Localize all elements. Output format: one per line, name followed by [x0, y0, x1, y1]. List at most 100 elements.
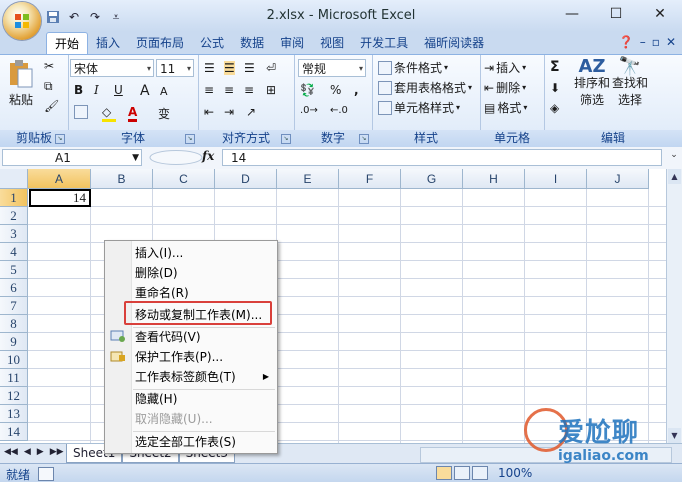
column-header-i[interactable]: I — [525, 169, 587, 189]
row-header-14[interactable]: 14 — [0, 423, 28, 441]
insert-function-button[interactable]: fx — [202, 149, 214, 163]
fill-icon[interactable]: ⬇ — [550, 81, 560, 95]
menu-item-insert[interactable]: 插入(I)... — [131, 243, 277, 263]
select-all-corner[interactable] — [0, 169, 28, 189]
row-header-13[interactable]: 13 — [0, 405, 28, 423]
macro-record-icon[interactable] — [38, 467, 54, 481]
clipboard-launcher-icon[interactable]: ↘ — [55, 134, 65, 144]
column-header-d[interactable]: D — [215, 169, 277, 189]
column-header-e[interactable]: E — [277, 169, 339, 189]
find-select-button[interactable]: 🔭 查找和 选择 — [612, 58, 648, 108]
tab-formulas[interactable]: 公式 — [192, 32, 232, 54]
maximize-icon[interactable]: ☐ — [594, 0, 638, 28]
comma-button[interactable]: , — [354, 83, 359, 97]
page-layout-view-icon[interactable] — [454, 466, 470, 480]
menu-item-tab-color[interactable]: 工作表标签颜色(T) ▶ — [131, 367, 277, 387]
cell-a1[interactable]: 14 — [29, 189, 91, 207]
normal-view-icon[interactable] — [436, 466, 452, 480]
office-button[interactable] — [3, 2, 41, 40]
font-color-button[interactable]: A — [128, 105, 138, 122]
first-sheet-icon[interactable]: ◀◀ — [4, 447, 18, 457]
worksheet-grid[interactable]: ABCDEFGHIJ 1 2 3 4 5 6 7 8 9 10 11 12 13 14 14 — [0, 169, 666, 443]
decrease-indent-icon[interactable]: ⇤ — [204, 105, 214, 119]
align-bottom-icon[interactable]: ☰ — [244, 61, 255, 75]
orientation-icon[interactable]: ↗ — [246, 105, 256, 119]
phonetic-button[interactable]: 变 — [158, 105, 170, 122]
paste-button[interactable]: 粘贴 — [8, 59, 34, 108]
font-launcher-icon[interactable]: ↘ — [185, 134, 195, 144]
row-header-5[interactable]: 5 — [0, 261, 28, 279]
row-header-2[interactable]: 2 — [0, 207, 28, 225]
row-header-11[interactable]: 11 — [0, 369, 28, 387]
align-right-icon[interactable]: ≡ — [244, 83, 254, 97]
ribbon-close-icon[interactable]: ✕ — [666, 35, 676, 49]
align-left-icon[interactable]: ≡ — [204, 83, 214, 97]
row-header-9[interactable]: 9 — [0, 333, 28, 351]
sort-filter-button[interactable]: AZ 排序和 筛选 — [574, 58, 610, 108]
ribbon-minimize-icon[interactable]: – — [640, 35, 646, 49]
cut-icon[interactable]: ✂ — [44, 59, 54, 73]
column-header-f[interactable]: F — [339, 169, 401, 189]
last-sheet-icon[interactable]: ▶▶ — [50, 447, 64, 457]
row-header-8[interactable]: 8 — [0, 315, 28, 333]
menu-item-select-all-sheets[interactable]: 选定全部工作表(S) — [131, 432, 277, 452]
prev-sheet-icon[interactable]: ◀ — [24, 447, 31, 457]
minimize-icon[interactable]: — — [550, 0, 594, 28]
tab-insert[interactable]: 插入 — [88, 32, 128, 54]
font-name-combo[interactable]: 宋体 ▾ — [70, 59, 154, 77]
row-header-6[interactable]: 6 — [0, 279, 28, 297]
align-center-icon[interactable]: ≡ — [224, 83, 234, 97]
italic-button[interactable]: I — [94, 83, 99, 97]
insert-cells-button[interactable]: ⇥ 插入 ▾ — [484, 59, 526, 76]
expand-formula-bar-icon[interactable]: ⌄ — [668, 150, 680, 164]
name-box[interactable]: A1 ▼ — [2, 149, 142, 166]
row-header-4[interactable]: 4 — [0, 243, 28, 261]
row-header-7[interactable]: 7 — [0, 297, 28, 315]
column-header-j[interactable]: J — [587, 169, 649, 189]
number-format-combo[interactable]: 常规 ▾ — [298, 59, 366, 77]
number-launcher-icon[interactable]: ↘ — [359, 134, 369, 144]
autosum-button[interactable]: Σ — [550, 59, 560, 75]
decrease-decimal-icon[interactable]: ←.0 — [330, 105, 348, 116]
column-header-c[interactable]: C — [153, 169, 215, 189]
underline-button[interactable]: U — [114, 83, 123, 97]
format-painter-icon[interactable]: 🖌 — [44, 99, 59, 113]
format-cells-button[interactable]: ▤ 格式 ▾ — [484, 99, 527, 116]
merge-center-icon[interactable]: ⊞ — [266, 83, 276, 97]
alignment-launcher-icon[interactable]: ↘ — [281, 134, 291, 144]
close-icon[interactable]: ✕ — [638, 0, 682, 28]
row-header-3[interactable]: 3 — [0, 225, 28, 243]
row-header-12[interactable]: 12 — [0, 387, 28, 405]
menu-item-view-code[interactable]: 查看代码(V) — [131, 327, 277, 347]
help-icon[interactable]: ❓ — [619, 35, 634, 49]
font-size-combo[interactable]: 11 ▾ — [156, 59, 194, 77]
menu-item-rename[interactable]: 重命名(R) — [131, 283, 277, 303]
column-header-h[interactable]: H — [463, 169, 525, 189]
wrap-text-icon[interactable]: ⏎ — [266, 61, 276, 75]
delete-cells-button[interactable]: ⇤ 删除 ▾ — [484, 79, 526, 96]
tab-view[interactable]: 视图 — [312, 32, 352, 54]
tab-review[interactable]: 审阅 — [272, 32, 312, 54]
shrink-font-button[interactable]: A — [160, 85, 168, 98]
bold-button[interactable]: B — [74, 83, 83, 97]
tab-home[interactable]: 开始 — [46, 32, 89, 54]
column-header-g[interactable]: G — [401, 169, 463, 189]
scroll-up-icon[interactable]: ▲ — [668, 169, 681, 184]
tab-foxit-reader[interactable]: 福昕阅读器 — [416, 32, 492, 54]
conditional-format-button[interactable]: 条件格式 ▾ — [378, 59, 448, 76]
tab-page-layout[interactable]: 页面布局 — [128, 32, 192, 54]
row-header-10[interactable]: 10 — [0, 351, 28, 369]
clear-icon[interactable]: ◈ — [550, 101, 559, 115]
copy-icon[interactable]: ⧉ — [44, 79, 53, 94]
next-sheet-icon[interactable]: ▶ — [37, 447, 44, 457]
increase-decimal-icon[interactable]: .0→ — [300, 105, 318, 116]
menu-item-delete[interactable]: 删除(D) — [131, 263, 277, 283]
menu-item-hide[interactable]: 隐藏(H) — [131, 389, 277, 409]
accounting-format-icon[interactable]: 💱 — [300, 83, 315, 97]
ribbon-restore-icon[interactable]: ▫ — [652, 35, 660, 49]
percent-button[interactable]: % — [330, 83, 341, 97]
page-break-view-icon[interactable] — [472, 466, 488, 480]
format-as-table-button[interactable]: 套用表格格式 ▾ — [378, 79, 472, 96]
tab-developer[interactable]: 开发工具 — [352, 32, 416, 54]
column-header-b[interactable]: B — [91, 169, 153, 189]
